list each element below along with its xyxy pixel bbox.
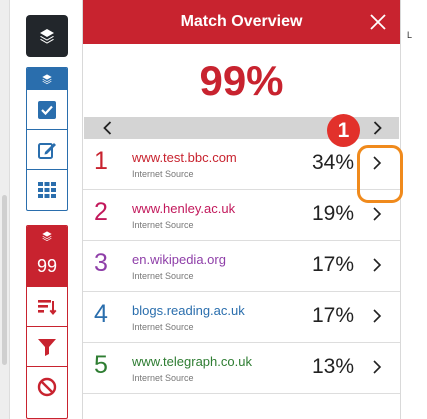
layers-icon: [42, 231, 52, 242]
checkbox-icon: [38, 100, 56, 119]
match-source[interactable]: www.henley.ac.uk: [132, 201, 235, 216]
similarity-layer-header[interactable]: [27, 226, 67, 246]
match-source[interactable]: www.test.bbc.com: [132, 150, 237, 165]
match-list: 1 www.test.bbc.com Internet Source 34% 2…: [83, 139, 400, 394]
chevron-right-icon[interactable]: [369, 120, 385, 136]
match-source[interactable]: www.telegraph.co.uk: [132, 354, 252, 369]
scrollbar-thumb[interactable]: [2, 195, 7, 365]
sort-list-icon: [38, 299, 57, 315]
match-row[interactable]: 2 www.henley.ac.uk Internet Source 19%: [83, 190, 400, 241]
match-rank: 5: [94, 351, 108, 379]
grading-tools-group: [26, 67, 68, 211]
corner-mark: L: [407, 30, 413, 40]
document-scrollbar[interactable]: [0, 0, 10, 419]
panel-title: Match Overview: [180, 13, 303, 30]
match-source[interactable]: en.wikipedia.org: [132, 252, 226, 267]
match-row[interactable]: 3 en.wikipedia.org Internet Source 17%: [83, 241, 400, 292]
match-row[interactable]: 1 www.test.bbc.com Internet Source 34%: [83, 139, 400, 190]
match-source-type: Internet Source: [132, 169, 194, 179]
excluded-sources-button[interactable]: [27, 366, 67, 406]
match-rank: 1: [94, 147, 108, 175]
chevron-right-icon[interactable]: [369, 205, 385, 223]
chevron-right-icon[interactable]: [369, 358, 385, 376]
feedback-summary-button[interactable]: [27, 129, 67, 169]
turnitin-viewer: 99 Match Overview 99% 1 www.test.bbc.com…: [0, 0, 427, 419]
match-source[interactable]: blogs.reading.ac.uk: [132, 303, 245, 318]
chevron-right-icon[interactable]: [369, 256, 385, 274]
match-percent: 34%: [311, 151, 354, 174]
layers-icon: [42, 73, 52, 84]
match-source-type: Internet Source: [132, 271, 194, 281]
match-rank: 4: [94, 300, 108, 328]
chevron-left-icon[interactable]: [100, 120, 116, 136]
match-percent: 17%: [311, 304, 354, 327]
match-percent: 17%: [311, 253, 354, 276]
edit-icon: [38, 142, 56, 159]
grading-layer-header[interactable]: [27, 68, 67, 89]
match-percent: 19%: [311, 202, 354, 225]
layers-button[interactable]: [26, 15, 68, 57]
match-rank: 2: [94, 198, 108, 226]
highlight-ring: [357, 145, 403, 203]
similarity-tools-group: 99: [26, 225, 68, 419]
chevron-right-icon[interactable]: [369, 307, 385, 325]
quickmark-button[interactable]: [27, 89, 67, 129]
overall-similarity-percent: 99%: [199, 56, 284, 104]
rubric-button[interactable]: [27, 169, 67, 209]
layers-icon: [40, 29, 54, 44]
filter-icon: [38, 338, 56, 356]
prohibited-icon: [37, 377, 57, 396]
panel-header: Match Overview: [83, 0, 400, 44]
match-row[interactable]: 4 blogs.reading.ac.uk Internet Source 17…: [83, 292, 400, 343]
filters-button[interactable]: [27, 326, 67, 366]
match-source-type: Internet Source: [132, 322, 194, 332]
match-overview-score-button[interactable]: 99: [27, 246, 67, 286]
close-icon[interactable]: [368, 12, 388, 32]
match-overview-panel: Match Overview 99% 1 www.test.bbc.com In…: [82, 0, 401, 419]
match-percent: 13%: [311, 355, 354, 378]
match-source-type: Internet Source: [132, 220, 194, 230]
step-badge: 1: [327, 114, 360, 147]
grid-icon: [38, 181, 56, 198]
match-row[interactable]: 5 www.telegraph.co.uk Internet Source 13…: [83, 343, 400, 394]
all-sources-button[interactable]: [27, 286, 67, 326]
match-rank: 3: [94, 249, 108, 277]
match-source-type: Internet Source: [132, 373, 194, 383]
